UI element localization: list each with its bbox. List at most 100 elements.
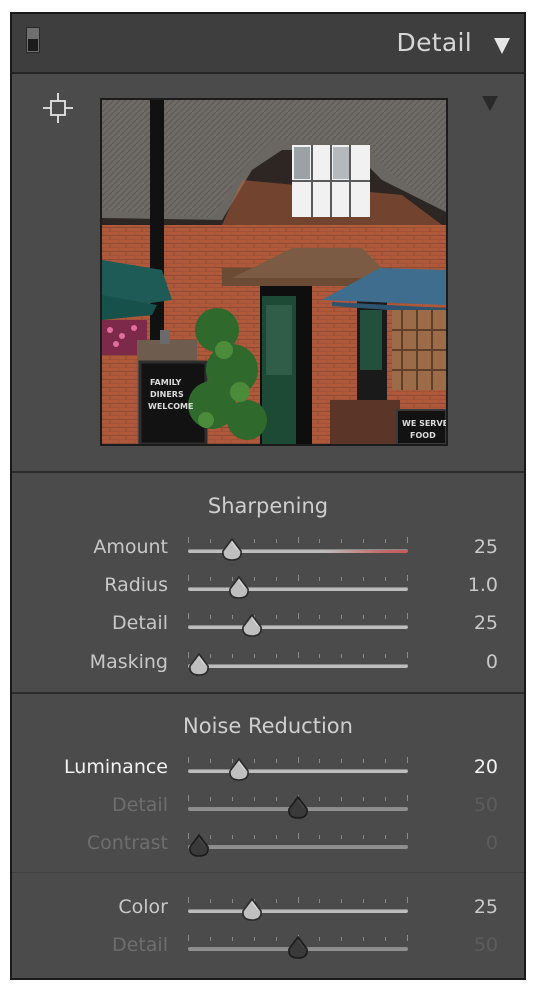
slider-value[interactable]: 50 [474,794,498,816]
slider-thumb[interactable] [228,575,250,600]
slider-ticks [188,613,408,621]
slider-value[interactable]: 25 [474,612,498,634]
slider-tick [275,615,277,619]
slider-tick [385,577,387,581]
slider-tick [275,937,277,941]
slider-thumb[interactable] [228,757,250,782]
slider-tick [188,575,189,581]
noise-luminance-contrast-row[interactable]: Contrast 0 [12,830,524,858]
slider-thumb[interactable] [221,537,243,562]
slider-track[interactable] [188,587,408,591]
slider-tick [407,575,408,581]
slider-thumb[interactable] [241,613,263,638]
slider-tick [341,759,343,763]
slider-thumb[interactable] [188,652,210,677]
slider-tick [209,899,211,903]
slider-value[interactable]: 20 [474,756,498,778]
slider-tick [188,897,189,903]
slider-value[interactable]: 1.0 [468,574,498,596]
slider-tick [275,835,277,839]
slider-tick [407,897,408,903]
slider-tick [319,797,321,801]
sharpening-amount-row[interactable]: Amount 25 [12,534,524,562]
slider-tick [341,654,343,658]
sharpening-title: Sharpening [207,494,329,518]
slider-track[interactable] [188,664,408,668]
slider-tick [188,795,189,801]
slider-track[interactable] [188,625,408,629]
slider-tick [209,937,211,941]
chalkboard-text-line: FAMILY [150,378,182,387]
noise-luminance-detail-row[interactable]: Detail 50 [12,792,524,820]
slider-track[interactable] [188,845,408,849]
slider-tick [253,937,255,941]
slider-tick [231,615,233,619]
panel-header[interactable]: Detail [12,14,524,74]
slider-thumb[interactable] [287,935,309,960]
slider-tick [407,613,408,619]
slider-tick [407,795,408,801]
slider-tick [209,615,211,619]
noise-reduction-title: Noise Reduction [183,714,353,738]
slider-value[interactable]: 0 [486,832,498,854]
slider-tick [297,575,299,581]
section-divider [12,692,524,694]
slider-tick [253,577,255,581]
slider-tick [319,615,321,619]
slider-tick [363,759,365,763]
slider-track[interactable] [188,769,408,773]
target-crosshair-icon[interactable] [42,92,74,124]
chalkboard-text-line: WE SERVE [402,419,446,428]
slider-value[interactable]: 50 [474,934,498,956]
subsection-divider [12,872,524,873]
slider-thumb[interactable] [188,833,210,858]
noise-color-detail-row[interactable]: Detail 50 [12,932,524,960]
slider-tick [319,654,321,658]
slider-tick [209,835,211,839]
noise-color-row[interactable]: Color 25 [12,894,524,922]
slider-tick [188,613,189,619]
slider-label: Detail [112,794,168,816]
slider-tick [275,797,277,801]
slider-tick [385,759,387,763]
zoomed-preview-image[interactable]: FAMILY DINERS WELCOME WE SERVE FOOD [100,98,448,446]
slider-tick [275,899,277,903]
slider-tick [253,539,255,543]
slider-ticks [188,833,408,841]
sharpening-masking-row[interactable]: Masking 0 [12,649,524,677]
slider-tick [297,537,299,543]
slider-tick [363,797,365,801]
slider-ticks [188,575,408,583]
slider-thumb[interactable] [287,795,309,820]
sharpening-detail-row[interactable]: Detail 25 [12,610,524,638]
slider-tick [319,539,321,543]
slider-tick [231,654,233,658]
triangle-down-icon[interactable] [482,96,498,111]
slider-tick [188,757,189,763]
slider-value[interactable]: 25 [474,896,498,918]
panel-switch-icon[interactable] [26,27,40,53]
slider-tick [363,835,365,839]
panel-title: Detail [396,28,472,57]
slider-track[interactable] [188,909,408,913]
slider-tick [297,613,299,619]
slider-tick [319,577,321,581]
noise-luminance-row[interactable]: Luminance 20 [12,754,524,782]
slider-tick [341,835,343,839]
slider-value[interactable]: 0 [486,651,498,673]
slider-tick [275,654,277,658]
sharpening-radius-row[interactable]: Radius 1.0 [12,572,524,600]
slider-tick [363,577,365,581]
slider-ticks [188,652,408,660]
detail-preview-section: FAMILY DINERS WELCOME WE SERVE FOOD [12,74,524,471]
slider-tick [209,577,211,581]
slider-tick [231,937,233,941]
slider-tick [209,797,211,801]
slider-thumb[interactable] [241,897,263,922]
slider-tick [385,797,387,801]
triangle-down-icon[interactable] [494,38,510,54]
slider-tick [209,654,211,658]
slider-value[interactable]: 25 [474,536,498,558]
slider-tick [297,652,299,658]
slider-tick [231,797,233,801]
